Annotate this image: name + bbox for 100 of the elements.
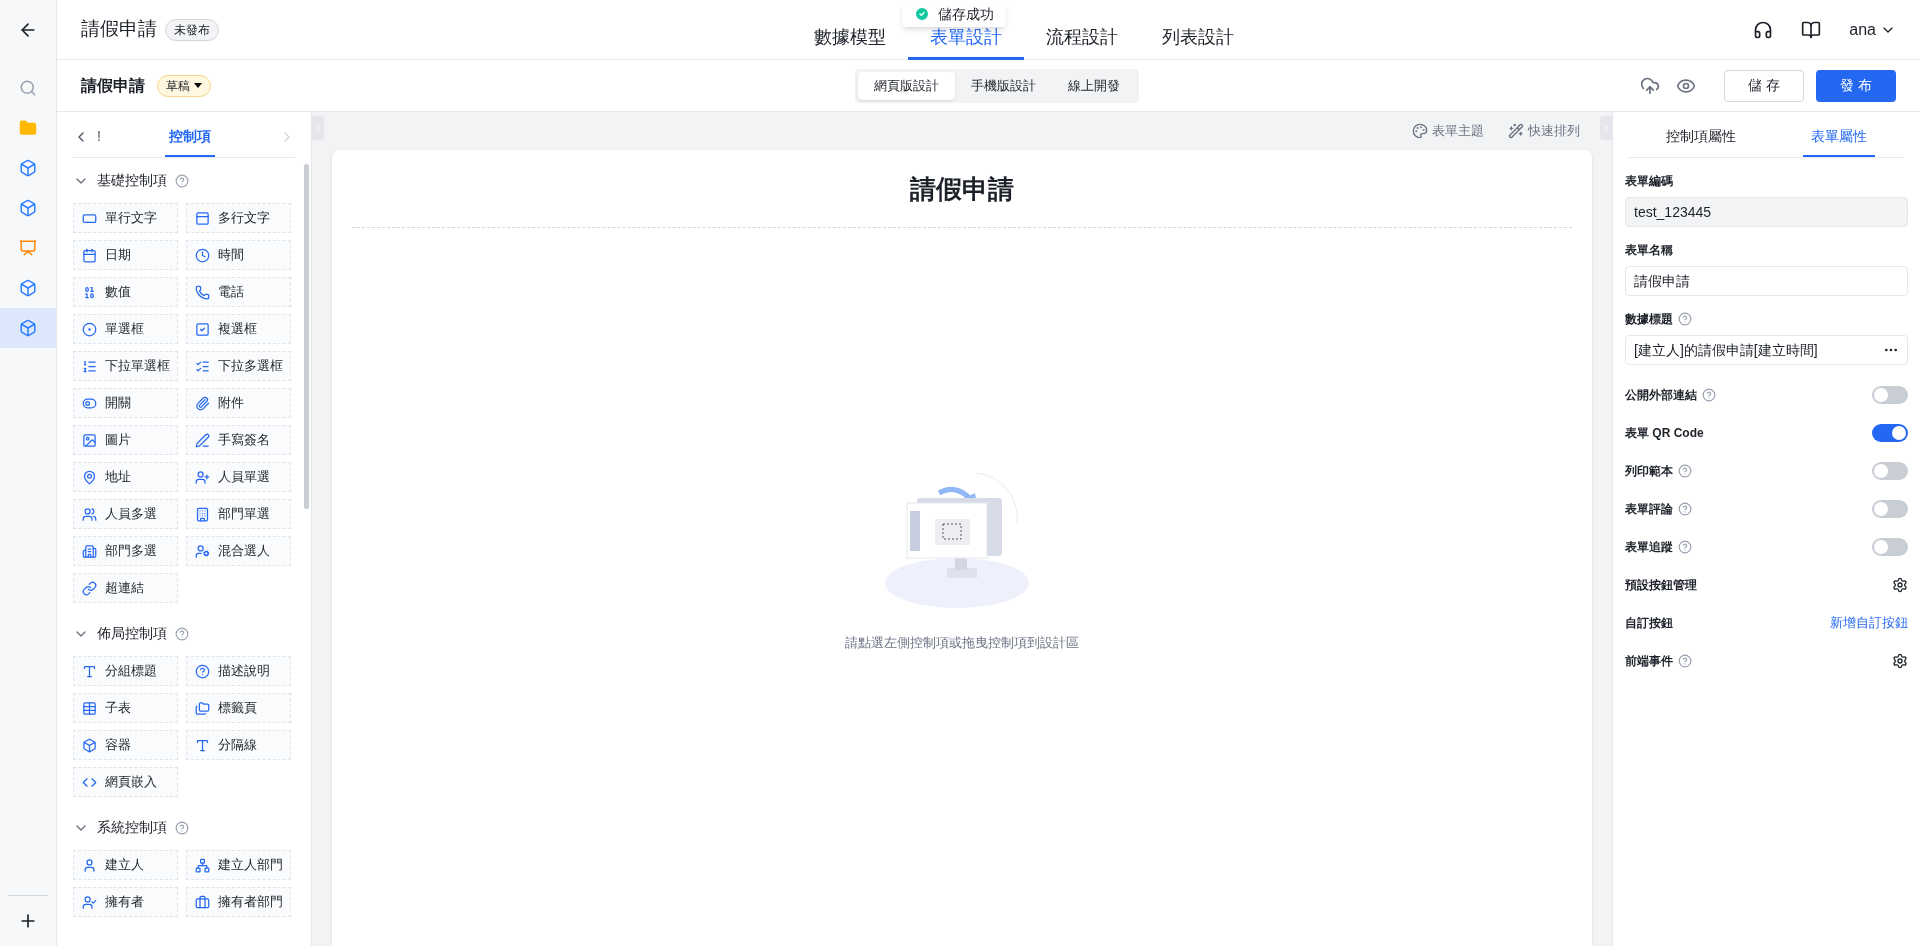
- control-label: 部門單選: [218, 505, 270, 524]
- control-label: 多行文字: [218, 209, 270, 228]
- headset-icon[interactable]: [1753, 19, 1774, 40]
- help-icon: [1702, 387, 1716, 402]
- input-field[interactable]: [建立人]的請假申請[建立時間]: [1625, 335, 1908, 365]
- control-label: 時間: [218, 246, 244, 265]
- nav-tab[interactable]: 數據模型: [792, 0, 908, 60]
- panel-tab[interactable]: !: [97, 117, 101, 157]
- add-custom-button-link[interactable]: 新增自訂按鈕: [1830, 614, 1908, 630]
- paperclip-icon: [195, 395, 210, 411]
- control-label: 地址: [105, 468, 131, 487]
- control-label: 混合選人: [218, 542, 270, 561]
- control-item[interactable]: 建立人: [73, 850, 178, 880]
- help-icon: [175, 626, 189, 641]
- section-title: 基礎控制項: [97, 171, 167, 190]
- toggle-switch[interactable]: [1872, 385, 1908, 404]
- nav-tab[interactable]: 列表設計: [1140, 0, 1256, 60]
- settings-icon[interactable]: [1892, 576, 1908, 593]
- control-item[interactable]: 混合選人: [186, 536, 291, 566]
- control-item[interactable]: 超連結: [73, 573, 178, 603]
- setting-label: 自訂按鈕: [1625, 614, 1673, 632]
- control-label: 標籤頁: [218, 699, 257, 718]
- mode-tab[interactable]: 線上開發: [1052, 72, 1136, 100]
- clock-icon: [195, 247, 210, 263]
- control-item[interactable]: 時間: [186, 240, 291, 270]
- toggle-switch[interactable]: [1872, 499, 1908, 518]
- control-item[interactable]: 手寫簽名: [186, 425, 291, 455]
- control-item[interactable]: 下拉多選框: [186, 351, 291, 381]
- control-item[interactable]: 下拉單選框: [73, 351, 178, 381]
- control-item[interactable]: 電話: [186, 277, 291, 307]
- control-item[interactable]: 描述說明: [186, 656, 291, 686]
- field-value: [建立人]的請假申請[建立時間]: [1634, 340, 1818, 360]
- control-label: 子表: [105, 699, 131, 718]
- control-item[interactable]: 人員單選: [186, 462, 291, 492]
- control-item[interactable]: 擁有者: [73, 887, 178, 917]
- toggle-icon: [82, 395, 97, 411]
- control-item[interactable]: 分組標題: [73, 656, 178, 686]
- control-label: 人員多選: [105, 505, 157, 524]
- control-label: 分隔線: [218, 736, 257, 755]
- control-item[interactable]: 網頁嵌入: [73, 767, 178, 797]
- input-field[interactable]: 請假申請: [1625, 266, 1908, 296]
- user-icon: [82, 894, 97, 910]
- collapse-handle[interactable]: [1600, 116, 1612, 140]
- scrollbar[interactable]: [304, 164, 309, 509]
- help-icon: [1678, 539, 1692, 554]
- control-item[interactable]: 附件: [186, 388, 291, 418]
- control-item[interactable]: 擁有者部門: [186, 887, 291, 917]
- control-item[interactable]: 多行文字: [186, 203, 291, 233]
- control-item[interactable]: 部門單選: [186, 499, 291, 529]
- control-item[interactable]: 子表: [73, 693, 178, 723]
- draft-dropdown[interactable]: 草稿: [157, 74, 211, 97]
- canvas-action[interactable]: 表單主題: [1412, 121, 1484, 141]
- status-badge: 未發布: [165, 18, 219, 41]
- field-label: 表單編碼: [1625, 173, 1673, 190]
- control-item[interactable]: 分隔線: [186, 730, 291, 760]
- nav-tab[interactable]: 流程設計: [1024, 0, 1140, 60]
- control-item[interactable]: 建立人部門: [186, 850, 291, 880]
- control-item[interactable]: 複選框: [186, 314, 291, 344]
- users-icon: [82, 506, 97, 522]
- list-icon: [82, 358, 97, 374]
- control-item[interactable]: 單行文字: [73, 203, 178, 233]
- user-menu[interactable]: ana: [1849, 17, 1896, 42]
- control-item[interactable]: 標籤頁: [186, 693, 291, 723]
- control-item[interactable]: 部門多選: [73, 536, 178, 566]
- mode-tab[interactable]: 手機版設計: [955, 72, 1052, 100]
- canvas-action[interactable]: 快速排列: [1508, 121, 1580, 141]
- section-title: 系統控制項: [97, 818, 167, 837]
- control-label: 單行文字: [105, 209, 157, 228]
- user-icon: [195, 469, 210, 485]
- toggle-switch[interactable]: [1872, 423, 1908, 442]
- control-label: 人員單選: [218, 468, 270, 487]
- settings-icon[interactable]: [1892, 652, 1908, 669]
- toggle-switch[interactable]: [1872, 461, 1908, 480]
- cloud-upload-icon[interactable]: [1640, 75, 1660, 96]
- app-title: 請假申請: [81, 17, 157, 42]
- table-icon: [82, 700, 97, 716]
- control-item[interactable]: 單選框: [73, 314, 178, 344]
- tabs-icon: [195, 700, 210, 716]
- control-item[interactable]: 地址: [73, 462, 178, 492]
- help-icon: [1678, 653, 1692, 668]
- success-icon: [914, 6, 930, 22]
- collapse-handle[interactable]: [312, 116, 324, 140]
- save-button[interactable]: 儲 存: [1724, 69, 1804, 102]
- control-label: 分組標題: [105, 662, 157, 681]
- mode-tab[interactable]: 網頁版設計: [858, 72, 955, 100]
- control-item[interactable]: 日期: [73, 240, 178, 270]
- panel-tab[interactable]: 控制項屬性: [1658, 117, 1745, 157]
- control-label: 容器: [105, 736, 131, 755]
- setting-label: 前端事件: [1625, 652, 1674, 670]
- control-item[interactable]: 容器: [73, 730, 178, 760]
- panel-tab[interactable]: 控制項: [164, 117, 215, 157]
- panel-tab[interactable]: 表單屬性: [1802, 117, 1875, 157]
- control-item[interactable]: 人員多選: [73, 499, 178, 529]
- control-item[interactable]: 圖片: [73, 425, 178, 455]
- book-icon[interactable]: [1801, 19, 1822, 40]
- toggle-switch[interactable]: [1872, 537, 1908, 556]
- control-item[interactable]: 開關: [73, 388, 178, 418]
- publish-button[interactable]: 發 布: [1816, 69, 1896, 102]
- control-item[interactable]: 數值: [73, 277, 178, 307]
- rail-item[interactable]: [0, 308, 56, 348]
